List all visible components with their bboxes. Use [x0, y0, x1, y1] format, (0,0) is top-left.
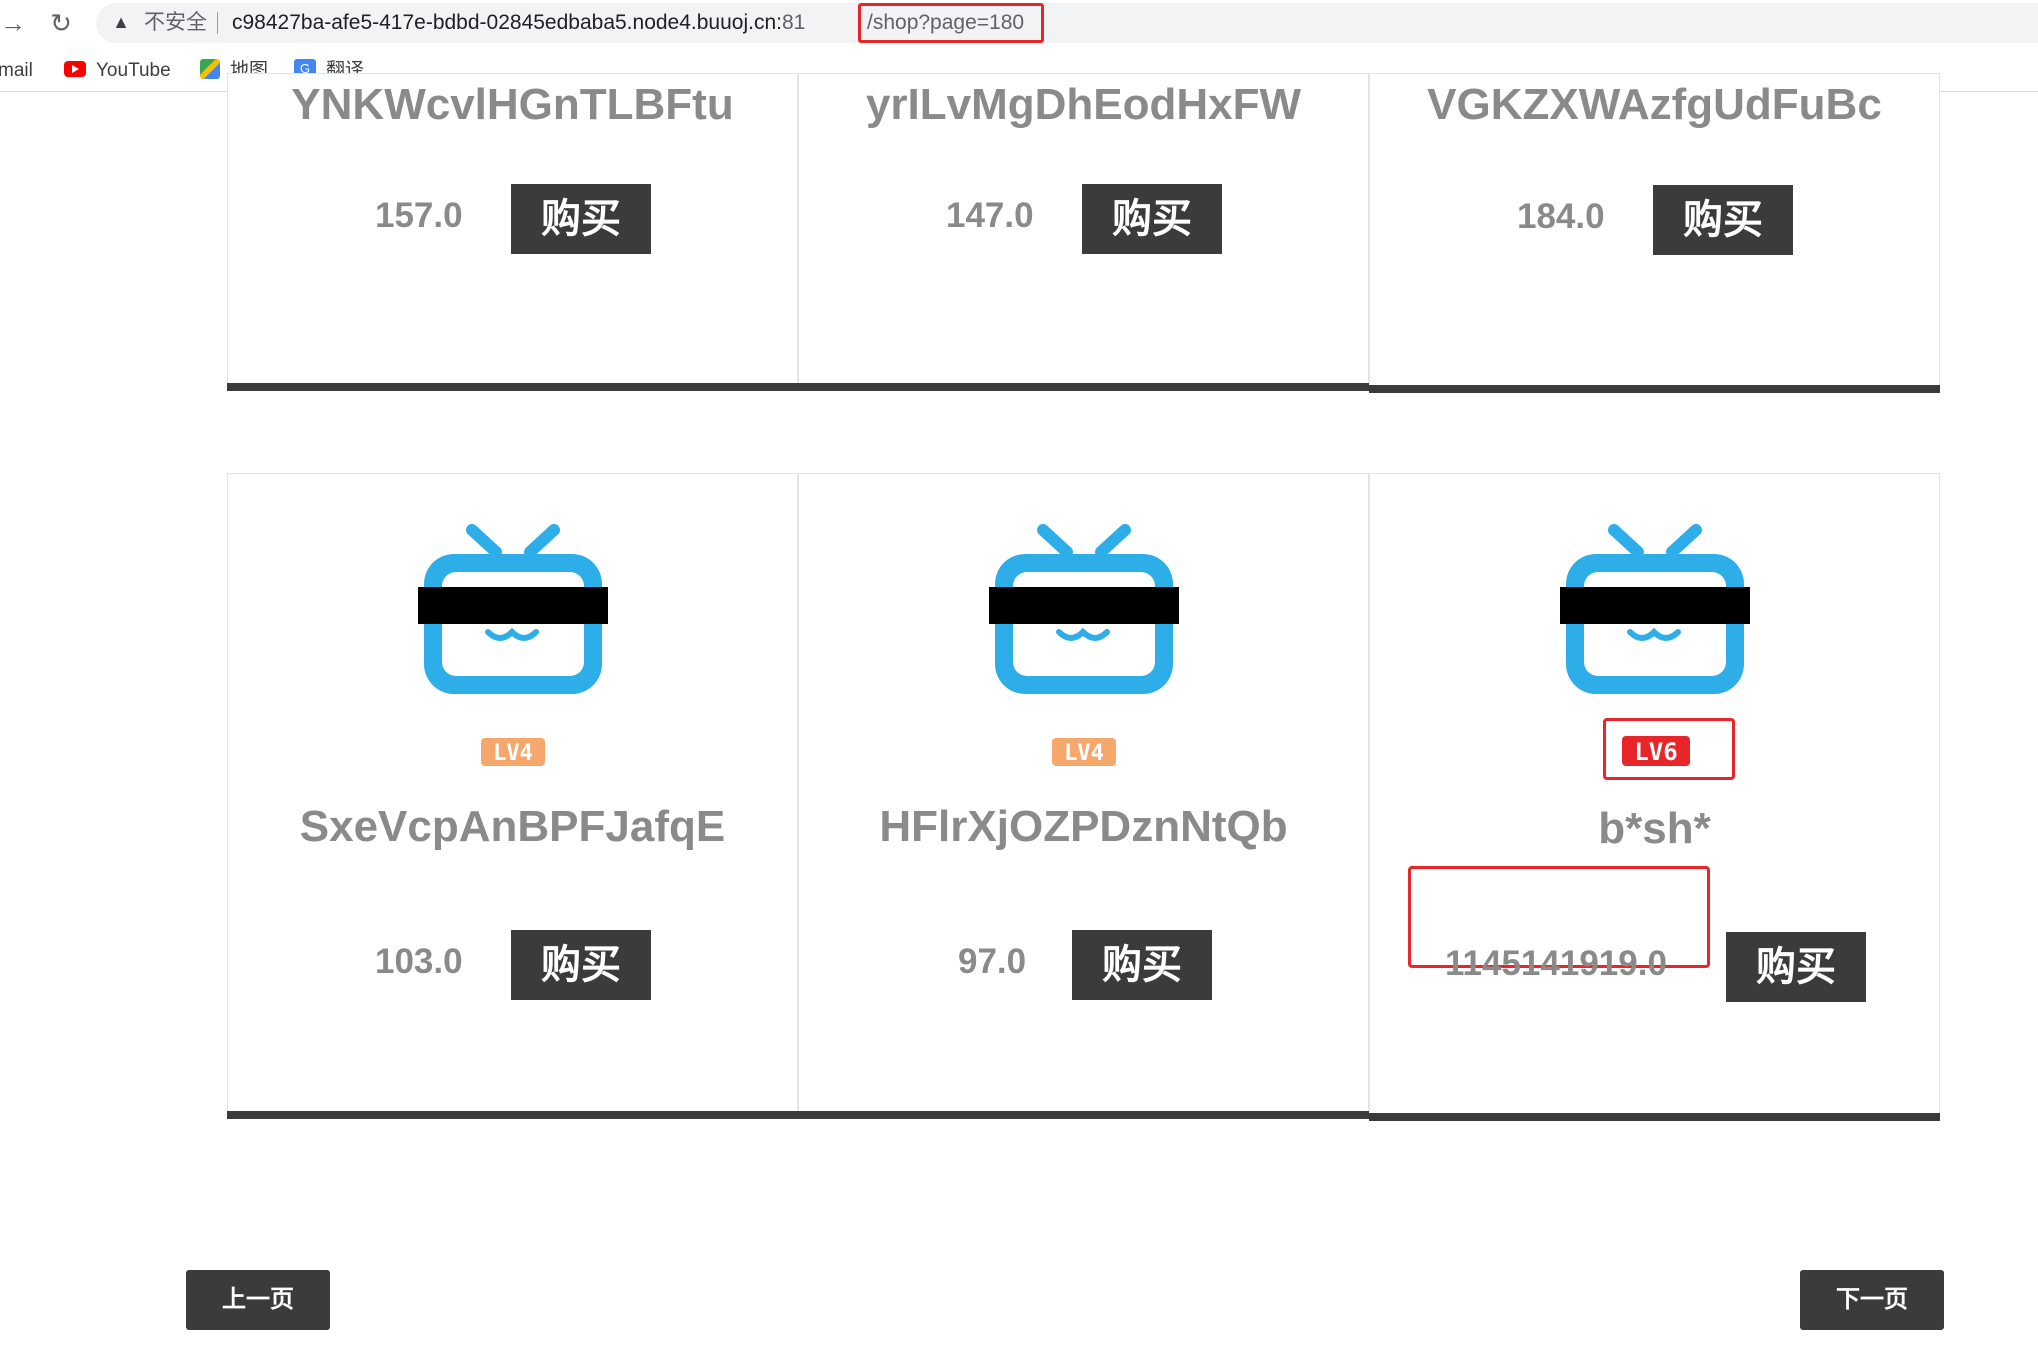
product-card: VGKZXWAzfgUdFuBc 184.0 购买 [1369, 73, 1940, 393]
product-card: LV4 HFlrXjOZPDznNtQb 97.0 购买 [798, 473, 1369, 1119]
product-name: HFlrXjOZPDznNtQb [879, 802, 1288, 851]
card-bottom-bar [1369, 1113, 1940, 1121]
omnibox[interactable]: ▲ 不安全 c98427ba-afe5-417e-bdbd-02845edbab… [96, 3, 2038, 43]
bookmark-gmail[interactable]: mail [0, 58, 33, 84]
product-name: YNKWcvlHGnTLBFtu [291, 80, 734, 128]
omnibox-divider [217, 12, 218, 34]
buy-button[interactable]: 购买 [1082, 184, 1222, 254]
youtube-icon [64, 60, 86, 77]
tv-avatar-icon [1560, 524, 1750, 694]
url-path-highlight: /shop?page=180 [858, 3, 1044, 43]
product-name: yrILvMgDhEodHxFW [865, 80, 1302, 128]
level-badge: LV4 [481, 738, 545, 766]
svg-text:LV6: LV6 [1634, 738, 1677, 766]
reload-icon[interactable]: ↻ [46, 8, 76, 38]
card-bottom-bar [798, 383, 1369, 391]
card-bottom-bar [1369, 385, 1940, 393]
insecure-label: 不安全 [144, 11, 207, 34]
product-price: 1145141919.0 [1445, 944, 1667, 983]
buy-button[interactable]: 购买 [511, 184, 651, 254]
product-card: YNKWcvlHGnTLBFtu 157.0 购买 [227, 73, 798, 391]
warning-icon: ▲ [112, 12, 130, 32]
card-bottom-bar [227, 1111, 798, 1119]
tv-avatar-icon [418, 524, 608, 694]
card-bottom-bar [227, 383, 798, 391]
address-bar: → ↻ ▲ 不安全 c98427ba-afe5-417e-bdbd-02845e… [0, 0, 2038, 46]
card-bottom-bar [798, 1111, 1369, 1119]
product-price: 103.0 [375, 942, 463, 981]
product-card: yrILvMgDhEodHxFW 147.0 购买 [798, 73, 1369, 391]
bookmark-youtube[interactable]: YouTube [64, 58, 171, 84]
level-badge: LV4 [1052, 738, 1116, 766]
product-price: 184.0 [1517, 197, 1605, 236]
prev-page-button[interactable]: 上一页 [186, 1270, 330, 1330]
maps-icon [200, 58, 220, 79]
shop-content: YNKWcvlHGnTLBFtu 157.0 购买 yrILvMgDhEodHx… [0, 73, 2038, 1353]
buy-button[interactable]: 购买 [1653, 185, 1793, 255]
tv-avatar-icon [989, 524, 1179, 694]
product-card: LV4 SxeVcpAnBPFJafqE 103.0 购买 [227, 473, 798, 1119]
svg-text:LV4: LV4 [1064, 741, 1104, 766]
product-name: SxeVcpAnBPFJafqE [299, 802, 726, 851]
product-price: 147.0 [946, 196, 1034, 235]
next-page-button[interactable]: 下一页 [1800, 1270, 1944, 1330]
product-name: VGKZXWAzfgUdFuBc [1427, 80, 1882, 128]
product-price: 157.0 [375, 196, 463, 235]
buy-button[interactable]: 购买 [511, 930, 651, 1000]
level-badge: LV6 [1622, 736, 1690, 766]
buy-button[interactable]: 购买 [1072, 930, 1212, 1000]
product-name: b*sh* [1598, 804, 1711, 853]
buy-button[interactable]: 购买 [1726, 932, 1866, 1002]
forward-icon[interactable]: → [0, 8, 28, 38]
product-price: 97.0 [958, 942, 1027, 981]
url-host: c98427ba-afe5-417e-bdbd-02845edbaba5.nod… [232, 11, 806, 34]
svg-text:LV4: LV4 [493, 741, 533, 766]
product-card: LV6 b*sh* 1145141919.0 购买 [1369, 473, 1940, 1121]
